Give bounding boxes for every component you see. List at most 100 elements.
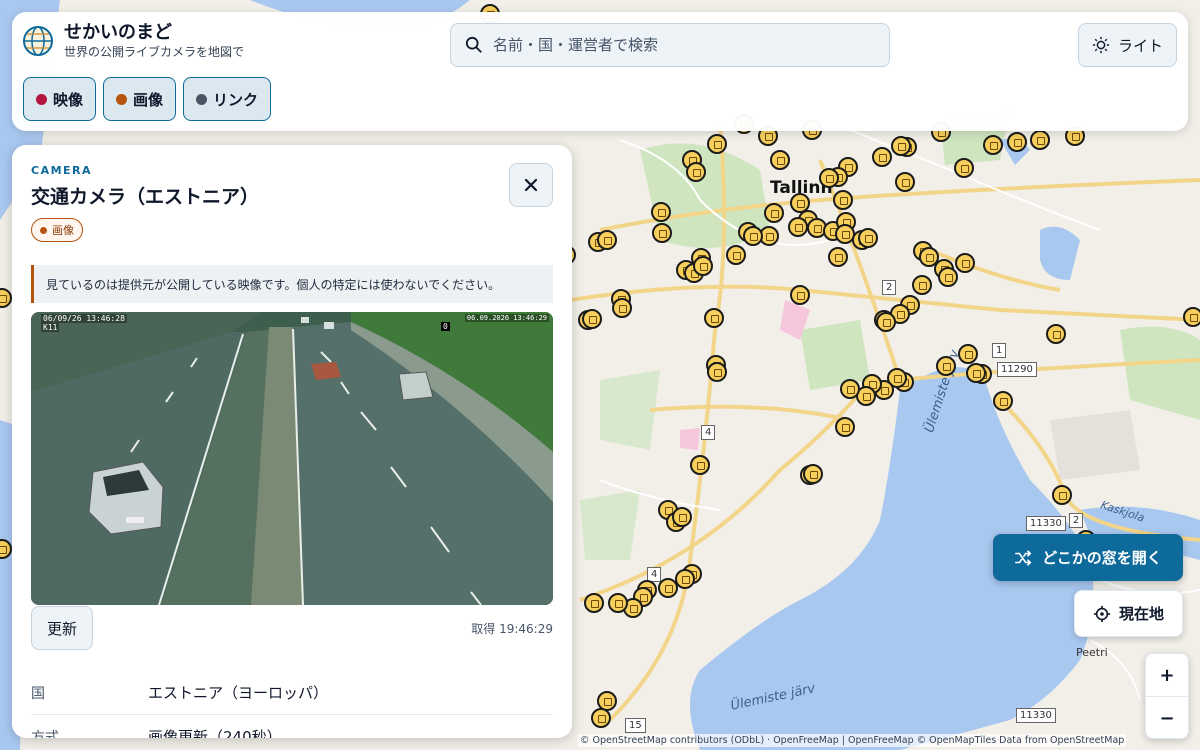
camera-timestamp-left: 06/09/26 13:46:28 — [41, 314, 127, 323]
camera-marker[interactable] — [958, 344, 978, 364]
camera-marker[interactable] — [872, 147, 892, 167]
zoom-control: + − — [1145, 653, 1189, 739]
fetched-time: 取得 19:46:29 — [471, 622, 553, 636]
camera-counter: 0 — [441, 322, 450, 331]
filter-label: リンク — [213, 90, 259, 109]
camera-marker[interactable] — [612, 298, 632, 318]
filter-label: 画像 — [133, 90, 164, 109]
camera-marker[interactable] — [690, 455, 710, 475]
search-box[interactable] — [450, 23, 890, 67]
zoom-out-button[interactable]: − — [1146, 697, 1188, 740]
camera-marker[interactable] — [790, 285, 810, 305]
zoom-in-button[interactable]: + — [1146, 654, 1188, 697]
privacy-notice-text: 見ているのは提供元が公開している映像です。個人の特定には使わないでください。 — [46, 277, 501, 292]
camera-marker[interactable] — [828, 247, 848, 267]
search-icon — [465, 36, 482, 53]
camera-marker[interactable] — [993, 391, 1013, 411]
locate-me-button[interactable]: 現在地 — [1074, 590, 1183, 637]
camera-marker[interactable] — [652, 223, 672, 243]
camera-marker[interactable] — [743, 226, 763, 246]
camera-marker[interactable] — [840, 379, 860, 399]
close-button[interactable] — [509, 163, 553, 207]
camera-marker[interactable] — [966, 363, 986, 383]
random-camera-label: どこかの窓を開く — [1042, 549, 1162, 567]
road-shield: 1 — [992, 343, 1007, 358]
camera-marker[interactable] — [591, 708, 611, 728]
type-badge-label: 画像 — [52, 224, 74, 237]
sun-icon — [1092, 36, 1110, 54]
camera-marker[interactable] — [675, 569, 695, 589]
camera-marker[interactable] — [895, 172, 915, 192]
meta-key: 国 — [31, 685, 45, 702]
crosshair-icon — [1093, 605, 1111, 622]
video-dot-icon — [36, 93, 47, 105]
camera-marker[interactable] — [891, 136, 911, 156]
app-title: せかいのまど — [64, 22, 172, 43]
link-dot-icon — [196, 93, 208, 105]
filter-image[interactable]: 画像 — [103, 77, 177, 121]
theme-toggle-button[interactable]: ライト — [1078, 23, 1177, 67]
privacy-notice: 見ているのは提供元が公開している映像です。個人の特定には使わないでください。 — [31, 265, 553, 303]
camera-snapshot-image — [31, 312, 553, 605]
camera-marker[interactable] — [707, 362, 727, 382]
camera-marker[interactable] — [704, 308, 724, 328]
type-filters: 映像 画像 リンク — [23, 77, 272, 121]
camera-marker[interactable] — [693, 256, 713, 276]
filter-link[interactable]: リンク — [183, 77, 272, 121]
camera-marker[interactable] — [770, 150, 790, 170]
road-shield: 11290 — [997, 362, 1037, 377]
camera-marker[interactable] — [858, 228, 878, 248]
filter-video[interactable]: 映像 — [23, 77, 97, 121]
refresh-button[interactable]: 更新 — [31, 606, 93, 650]
map-attribution[interactable]: © OpenStreetMap contributors (ODbL) · Op… — [578, 734, 1127, 747]
camera-marker[interactable] — [651, 202, 671, 222]
camera-marker[interactable] — [819, 168, 839, 188]
camera-marker[interactable] — [835, 417, 855, 437]
search-input[interactable] — [493, 36, 873, 54]
camera-marker[interactable] — [938, 267, 958, 287]
camera-image: 06/09/26 13:46:28 K11 06.09.2026 13:46:2… — [31, 312, 553, 605]
camera-marker[interactable] — [1183, 307, 1200, 327]
road-shield: 11330 — [1016, 708, 1056, 723]
camera-marker[interactable] — [788, 217, 808, 237]
camera-marker[interactable] — [803, 464, 823, 484]
camera-marker[interactable] — [764, 203, 784, 223]
road-shield: 15 — [625, 718, 646, 733]
camera-marker[interactable] — [608, 593, 628, 613]
type-badge: 画像 — [31, 218, 83, 242]
camera-marker[interactable] — [936, 356, 956, 376]
brand[interactable]: せかいのまど 世界の公開ライブカメラを地図で — [22, 22, 244, 60]
locate-me-label: 現在地 — [1118, 605, 1164, 623]
random-camera-button[interactable]: どこかの窓を開く — [993, 534, 1183, 581]
camera-marker[interactable] — [983, 135, 1003, 155]
image-dot-icon — [116, 93, 128, 105]
road-shield: 4 — [701, 425, 716, 440]
camera-marker[interactable] — [912, 275, 932, 295]
shuffle-icon — [1015, 549, 1032, 566]
camera-marker[interactable] — [582, 309, 602, 329]
map-label-place: Peetri — [1076, 646, 1108, 659]
camera-marker[interactable] — [726, 245, 746, 265]
road-shield: 2 — [1069, 513, 1084, 528]
camera-title: 交通カメラ（エストニア） — [31, 186, 260, 208]
panel-kicker: CAMERA — [31, 164, 93, 177]
meta-key: 方式 — [31, 729, 59, 739]
app-subtitle: 世界の公開ライブカメラを地図で — [64, 45, 245, 59]
camera-marker[interactable] — [876, 312, 896, 332]
camera-marker[interactable] — [955, 253, 975, 273]
close-icon — [524, 178, 538, 192]
camera-marker[interactable] — [954, 158, 974, 178]
road-shield: 2 — [882, 280, 897, 295]
meta-row-method: 方式 画像更新（240秒） — [31, 715, 553, 738]
camera-marker[interactable] — [833, 190, 853, 210]
camera-marker[interactable] — [672, 507, 692, 527]
camera-marker[interactable] — [1046, 324, 1066, 344]
camera-marker[interactable] — [597, 230, 617, 250]
camera-marker[interactable] — [686, 162, 706, 182]
camera-marker[interactable] — [1030, 130, 1050, 150]
camera-marker[interactable] — [1007, 132, 1027, 152]
camera-marker[interactable] — [1052, 485, 1072, 505]
camera-marker[interactable] — [584, 593, 604, 613]
camera-marker[interactable] — [658, 578, 678, 598]
camera-marker[interactable] — [707, 134, 727, 154]
